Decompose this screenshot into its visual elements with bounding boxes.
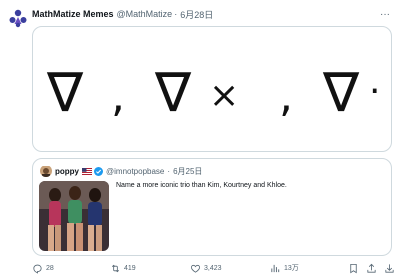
author-handle[interactable]: @MathMatize <box>117 9 173 19</box>
separator-dot: · <box>174 9 178 19</box>
more-icon[interactable]: ··· <box>378 7 392 21</box>
nabla-symbol-2: ∇ <box>154 61 192 124</box>
download-button[interactable] <box>384 262 398 274</box>
verified-badge-icon <box>94 166 103 176</box>
views-count: 13万 <box>284 265 299 272</box>
quoted-tweet[interactable]: poppy @imnotpopbase · 6月25日 Name a more … <box>32 158 392 256</box>
dot-symbol: · <box>369 71 380 112</box>
post-date[interactable]: 6月28日 <box>180 8 213 21</box>
reply-count: 28 <box>46 264 54 272</box>
comma-symbol-1: , <box>111 71 125 122</box>
media-image[interactable]: ∇ , ∇ × , ∇ · <box>32 26 392 152</box>
tweet: MathMatize Memes @MathMatize · 6月28日 ···… <box>0 0 400 276</box>
quote-text: Name a more iconic trio than Kim, Kourtn… <box>116 182 287 189</box>
bookmark-button[interactable] <box>348 262 362 274</box>
download-icon <box>385 263 394 273</box>
author-name[interactable]: MathMatize Memes <box>32 9 114 19</box>
tweet-header: MathMatize Memes @MathMatize · 6月28日 ··· <box>32 7 392 21</box>
comma-symbol-2: , <box>279 71 293 122</box>
views-icon <box>271 264 280 272</box>
quote-avatar[interactable] <box>40 165 52 177</box>
like-button[interactable]: 3,423 <box>190 262 222 274</box>
quote-author-handle[interactable]: @imnotpopbase <box>106 167 164 176</box>
flag-us-icon <box>82 167 92 175</box>
quote-date[interactable]: 6月25日 <box>173 166 202 177</box>
views-button[interactable]: 13万 <box>270 262 299 274</box>
bookmark-icon <box>350 263 357 273</box>
nabla-symbol-1: ∇ <box>46 61 84 124</box>
action-bar: 28 419 3,423 13万 <box>32 262 394 274</box>
quote-author-name[interactable]: poppy <box>55 167 79 176</box>
reply-icon <box>33 264 42 274</box>
share-icon <box>367 263 376 273</box>
like-count: 3,423 <box>204 264 222 272</box>
math-symbols-graphic: ∇ , ∇ × , ∇ · <box>46 61 380 124</box>
cross-symbol: × <box>209 75 239 116</box>
quote-separator-dot: · <box>167 166 171 176</box>
quote-header: poppy @imnotpopbase · 6月25日 <box>55 164 202 178</box>
like-icon <box>191 264 200 273</box>
user-avatar-logo-icon[interactable] <box>8 8 28 28</box>
repost-button[interactable]: 419 <box>110 262 136 274</box>
reply-button[interactable]: 28 <box>32 262 54 274</box>
share-button[interactable] <box>366 262 380 274</box>
repost-count: 419 <box>124 264 136 272</box>
quote-photo[interactable] <box>39 181 109 251</box>
repost-icon <box>111 264 120 272</box>
nabla-symbol-3: ∇ <box>322 61 360 124</box>
